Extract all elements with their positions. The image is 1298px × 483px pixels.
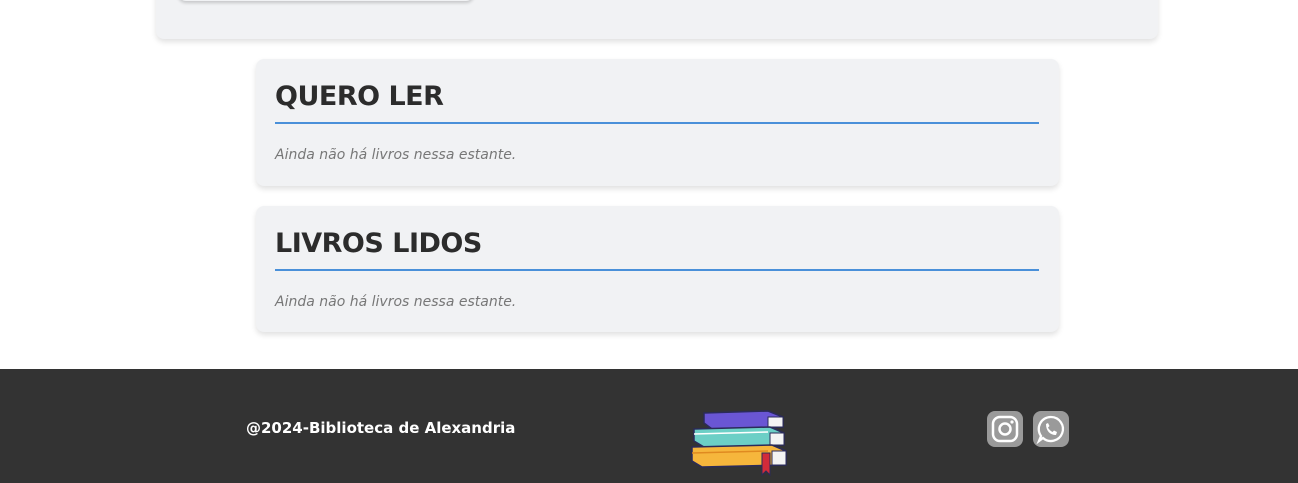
copyright-text: @2024-Biblioteca de Alexandria bbox=[246, 419, 516, 437]
whatsapp-icon[interactable] bbox=[1033, 411, 1069, 447]
instagram-icon[interactable] bbox=[987, 411, 1023, 447]
empty-shelf-message: Ainda não há livros nessa estante. bbox=[275, 294, 517, 310]
shelf-livros-lidos: LIVROS LIDOS Ainda não há livros nessa e… bbox=[256, 206, 1059, 332]
book-search-box[interactable] bbox=[178, 0, 474, 1]
footer: @2024-Biblioteca de Alexandria bbox=[0, 369, 1298, 483]
shelf-card-previous bbox=[156, 0, 1158, 39]
books-stack-icon bbox=[691, 410, 787, 477]
shelf-title: QUERO LER bbox=[275, 81, 1039, 124]
empty-shelf-message: Ainda não há livros nessa estante. bbox=[275, 147, 517, 163]
shelf-quero-ler: QUERO LER Ainda não há livros nessa esta… bbox=[256, 59, 1059, 186]
shelf-title: LIVROS LIDOS bbox=[275, 228, 1039, 271]
